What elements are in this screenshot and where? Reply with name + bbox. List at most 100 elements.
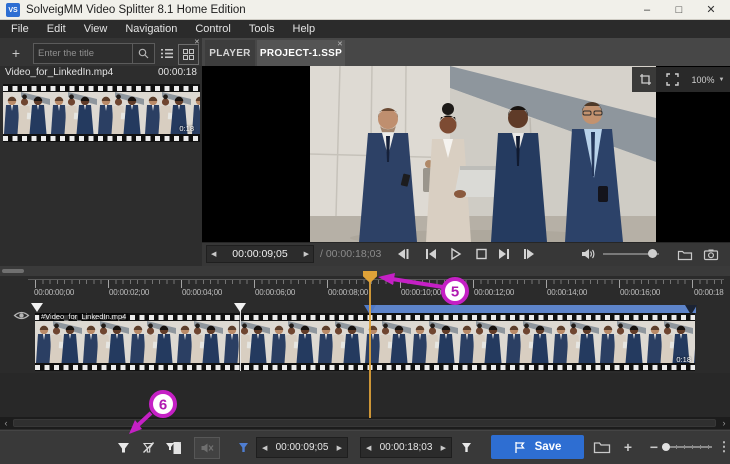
snapshot-button[interactable] bbox=[702, 245, 720, 263]
track-thumbnails bbox=[35, 321, 695, 363]
grid-view-icon bbox=[183, 49, 194, 60]
app-icon: VS bbox=[6, 3, 20, 17]
list-view-button[interactable] bbox=[157, 44, 176, 63]
scroll-left-icon[interactable]: ‹ bbox=[0, 417, 12, 429]
marker-line bbox=[240, 305, 241, 371]
ruler-label-0: 00:00:00;00 bbox=[34, 288, 74, 297]
volume-button[interactable] bbox=[579, 245, 597, 263]
scroll-right-icon[interactable]: › bbox=[718, 417, 730, 429]
previous-keyframe-icon bbox=[395, 247, 411, 261]
remove-marker-button[interactable] bbox=[136, 436, 160, 458]
library-panel-close-icon[interactable]: ✕ bbox=[194, 39, 200, 46]
stop-button[interactable] bbox=[472, 245, 490, 263]
media-file-duration: 00:00:18 bbox=[158, 67, 196, 78]
tab-player[interactable]: PLAYER bbox=[205, 40, 255, 66]
fragment-end-decrement[interactable]: ◀ bbox=[366, 444, 371, 452]
search-input[interactable] bbox=[34, 48, 132, 59]
play-button[interactable] bbox=[446, 245, 464, 263]
save-button[interactable]: Save bbox=[491, 435, 584, 459]
play-icon bbox=[447, 247, 463, 261]
add-media-button[interactable]: + bbox=[6, 43, 26, 63]
open-folder-button[interactable] bbox=[676, 245, 694, 263]
menu-item-navigation[interactable]: Navigation bbox=[116, 20, 186, 38]
media-thumbnail[interactable]: 0:18 bbox=[3, 84, 200, 142]
volume-slider-handle[interactable] bbox=[648, 249, 657, 258]
fragment-end-field: ◀ 00:00:18;03 ▶ bbox=[360, 437, 452, 458]
menu-item-view[interactable]: View bbox=[75, 20, 117, 38]
overflow-menu-button[interactable]: ⋮ bbox=[712, 436, 730, 458]
maximize-button[interactable]: □ bbox=[664, 0, 694, 19]
timeline-video-track[interactable]: #Video_for_LinkedIn.mp4 0:18 bbox=[35, 313, 695, 371]
window-title: SolveigMM Video Splitter 8.1 Home Editio… bbox=[26, 0, 246, 20]
menu-item-help[interactable]: Help bbox=[284, 20, 325, 38]
timeline-empty-area bbox=[0, 373, 730, 417]
search-box bbox=[33, 43, 155, 64]
side-scrollbar-handle[interactable] bbox=[2, 269, 24, 273]
goto-end-marker-button[interactable] bbox=[454, 436, 478, 458]
next-keyframe-icon bbox=[521, 247, 537, 261]
track-visibility-button[interactable] bbox=[13, 309, 30, 322]
timeline-zoom-slider-ticks bbox=[668, 445, 712, 449]
ruler-label-3: 00:00:06;00 bbox=[255, 288, 295, 297]
ruler-label-8: 00:00:16;00 bbox=[620, 288, 660, 297]
menu-item-control[interactable]: Control bbox=[186, 20, 239, 38]
track-end-time: 0:18 bbox=[676, 355, 691, 364]
output-folder-button[interactable] bbox=[590, 436, 614, 458]
step-forward-button[interactable] bbox=[495, 245, 513, 263]
ruler-label-2: 00:00:04;00 bbox=[182, 288, 222, 297]
current-time-value[interactable]: 00:00:09;05 bbox=[232, 248, 287, 260]
timeline-marker-start[interactable] bbox=[31, 303, 43, 312]
minimize-button[interactable]: – bbox=[632, 0, 662, 19]
next-keyframe-button[interactable] bbox=[520, 245, 538, 263]
fullscreen-button[interactable] bbox=[659, 67, 686, 92]
menu-item-tools[interactable]: Tools bbox=[240, 20, 284, 38]
add-marker-icon bbox=[116, 441, 131, 454]
mute-fragment-button[interactable] bbox=[194, 437, 220, 459]
time-increment-button[interactable]: ▶ bbox=[304, 250, 309, 258]
tab-player-label: PLAYER bbox=[209, 48, 250, 59]
preview-zoom-value: 100% bbox=[692, 75, 715, 85]
stop-icon bbox=[473, 247, 489, 261]
timeline-scrollbar-handle[interactable] bbox=[13, 419, 716, 427]
fragment-start-value[interactable]: 00:00:09;05 bbox=[276, 442, 329, 453]
step-forward-icon bbox=[496, 247, 512, 261]
grid-view-button[interactable] bbox=[178, 44, 199, 65]
preview-zoom-select[interactable]: 100% ▼ bbox=[686, 67, 730, 92]
close-button[interactable]: ✕ bbox=[696, 0, 726, 19]
fragment-start-decrement[interactable]: ◀ bbox=[262, 444, 267, 452]
fragment-end-increment[interactable]: ▶ bbox=[441, 444, 446, 452]
crop-icon bbox=[639, 73, 652, 86]
goto-start-marker-button[interactable] bbox=[231, 436, 255, 458]
previous-keyframe-button[interactable] bbox=[394, 245, 412, 263]
mute-speaker-icon bbox=[200, 442, 214, 454]
tab-project[interactable]: PROJECT-1.SSP bbox=[257, 40, 345, 66]
timeline-zoom-slider-handle[interactable] bbox=[662, 443, 670, 451]
menu-bar: File Edit View Navigation Control Tools … bbox=[0, 20, 730, 38]
fragment-start-increment[interactable]: ▶ bbox=[337, 444, 342, 452]
menu-item-edit[interactable]: Edit bbox=[38, 20, 75, 38]
fragment-end-value[interactable]: 00:00:18;03 bbox=[380, 442, 433, 453]
tab-project-label: PROJECT-1.SSP bbox=[260, 48, 342, 59]
add-marker-button[interactable] bbox=[111, 436, 135, 458]
media-file-name[interactable]: Video_for_LinkedIn.mp4 bbox=[5, 67, 113, 78]
selected-fragment-bar[interactable] bbox=[370, 305, 696, 313]
ruler-label-9: 00:00:18 bbox=[694, 288, 724, 297]
timeline-zoom-in-button[interactable]: + bbox=[616, 436, 640, 458]
save-button-label: Save bbox=[535, 441, 562, 453]
fragment-start-field: ◀ 00:00:09;05 ▶ bbox=[256, 437, 348, 458]
step-back-button[interactable] bbox=[422, 245, 440, 263]
menu-item-file[interactable]: File bbox=[2, 20, 38, 38]
remove-marker-icon bbox=[141, 441, 156, 454]
maximize-icon: □ bbox=[676, 4, 683, 16]
video-preview-area bbox=[202, 66, 730, 242]
time-decrement-button[interactable]: ◀ bbox=[211, 250, 216, 258]
search-button[interactable] bbox=[132, 44, 154, 63]
cut-fragment-button[interactable] bbox=[161, 436, 185, 458]
crop-button[interactable] bbox=[632, 67, 659, 92]
fragment-end-marker[interactable] bbox=[685, 305, 697, 315]
ruler-label-6: 00:00:12;00 bbox=[474, 288, 514, 297]
ruler-label-1: 00:00:02;00 bbox=[109, 288, 149, 297]
list-view-icon bbox=[161, 48, 173, 59]
tab-close-icon[interactable]: ✕ bbox=[337, 41, 343, 48]
total-time-value: / 00:00:18;03 bbox=[320, 245, 381, 263]
